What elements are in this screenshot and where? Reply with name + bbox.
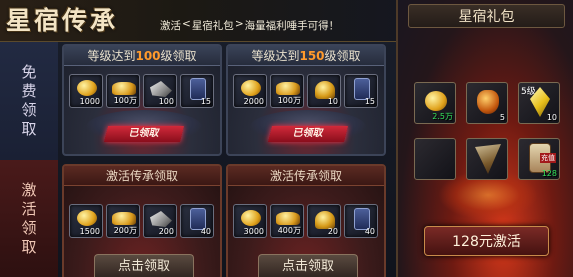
gold-ingot-icon[interactable]: 400万 [270, 204, 304, 238]
gold-coin-icon[interactable]: 1000 [69, 74, 103, 108]
recharge-tag: 充值 [540, 153, 556, 163]
card-header: 等级达到150级领取 [228, 46, 384, 66]
gift-panel-title: 星宿礼包 [408, 4, 565, 28]
item-qty: 10 [327, 97, 338, 106]
title-band: 星宿传承 激活 < 星宿礼包 > 海量福利唾手可得！ [0, 0, 400, 42]
recharge-scroll-icon[interactable]: 充值 128 [518, 138, 560, 180]
free-claim-label: 免费领取 [21, 63, 37, 138]
game-window: 星宿传承 激活 < 星宿礼包 > 海量福利唾手可得！ 免费领取 激活领取 等级达… [0, 0, 573, 277]
item-qty: 2.5万 [432, 112, 453, 121]
activate-claim-section-label: 激活领取 [0, 160, 58, 277]
blue-scroll-icon[interactable]: 40 [344, 204, 378, 238]
level-150-reward-card: 等级达到150级领取 2000 100万 10 15 已领取 [226, 44, 386, 156]
gold-coin-icon[interactable]: 3000 [233, 204, 267, 238]
item-qty: 200 [158, 227, 174, 236]
item-qty: 15 [200, 97, 211, 106]
card-header: 激活传承领取 [228, 166, 384, 186]
card-header-prefix: 等级达到 [87, 49, 136, 63]
breadcrumb-sep-right: > [234, 18, 244, 30]
feather-fan-icon[interactable] [466, 138, 508, 180]
item-qty: 15 [364, 97, 375, 106]
item-qty: 5 [499, 113, 505, 122]
blue-scroll-icon[interactable]: 15 [344, 74, 378, 108]
item-qty: 3000 [243, 227, 264, 236]
free-claim-section-label: 免费领取 [0, 42, 58, 160]
gold-helmet-icon[interactable]: 20 [307, 204, 341, 238]
activate-claim-label: 激活领取 [21, 180, 37, 256]
silver-stone-icon[interactable]: 100 [143, 74, 177, 108]
item-qty: 40 [364, 227, 375, 236]
gold-coin-icon[interactable]: 1500 [69, 204, 103, 238]
gold-coin-icon[interactable]: 2000 [233, 74, 267, 108]
page-title: 星宿传承 [6, 6, 119, 35]
item-qty: 10 [546, 113, 557, 122]
claimed-badge: 已领取 [104, 126, 184, 142]
item-qty: 100万 [113, 96, 137, 105]
gold-ingot-icon[interactable]: 200万 [106, 204, 140, 238]
gold-ingot-icon[interactable]: 100万 [270, 74, 304, 108]
activate-reward-card-2: 激活传承领取 3000 400万 20 40 点击领取 [226, 164, 386, 277]
gold-helmet-icon[interactable]: 10 [307, 74, 341, 108]
item-qty: 1000 [79, 97, 100, 106]
activate-purchase-button[interactable]: 128元激活 [424, 226, 549, 256]
breadcrumb: 激活 < 星宿礼包 > 海量福利唾手可得！ [160, 18, 340, 33]
card-header: 激活传承领取 [64, 166, 220, 186]
empty-slot [414, 138, 456, 180]
item-qty: 20 [327, 227, 338, 236]
item-qty: 100万 [277, 96, 301, 105]
claim-button[interactable]: 点击领取 [94, 254, 194, 277]
star-gift-pack-panel: 星宿礼包 2.5万 5 5级 10 充值 128 128元激活 [396, 0, 573, 277]
gold-ingot-icon[interactable]: 100万 [106, 74, 140, 108]
card-header-suffix: 级领取 [160, 49, 197, 63]
item-qty: 200万 [113, 226, 137, 235]
breadcrumb-tagline: 海量福利唾手可得！ [244, 20, 340, 32]
breadcrumb-gift-pack-link[interactable]: 星宿礼包 [192, 18, 234, 33]
gold-coin-icon[interactable]: 2.5万 [414, 82, 456, 124]
silver-stone-icon[interactable]: 200 [143, 204, 177, 238]
yellow-crystal-icon[interactable]: 5级 10 [518, 82, 560, 124]
card-header-suffix: 级领取 [324, 49, 361, 63]
breadcrumb-activate: 激活 [160, 20, 181, 32]
item-qty: 400万 [277, 226, 301, 235]
item-qty: 40 [200, 227, 211, 236]
claim-button[interactable]: 点击领取 [258, 254, 358, 277]
activate-reward-card-1: 激活传承领取 1500 200万 200 40 点击领取 [62, 164, 222, 277]
blue-scroll-icon[interactable]: 15 [180, 74, 214, 108]
blue-scroll-icon[interactable]: 40 [180, 204, 214, 238]
item-qty: 2000 [243, 97, 264, 106]
card-header: 等级达到100级领取 [64, 46, 220, 66]
level-100-reward-card: 等级达到100级领取 1000 100万 100 15 已领取 [62, 44, 222, 156]
level-requirement: 100 [135, 49, 161, 63]
orange-pouch-icon[interactable]: 5 [466, 82, 508, 124]
breadcrumb-sep-left: < [182, 18, 191, 30]
item-qty: 1500 [79, 227, 100, 236]
level-requirement: 150 [299, 49, 325, 63]
item-qty: 100 [158, 97, 174, 106]
card-header-prefix: 等级达到 [251, 49, 300, 63]
item-qty: 128 [541, 169, 557, 178]
claimed-badge: 已领取 [268, 126, 348, 142]
